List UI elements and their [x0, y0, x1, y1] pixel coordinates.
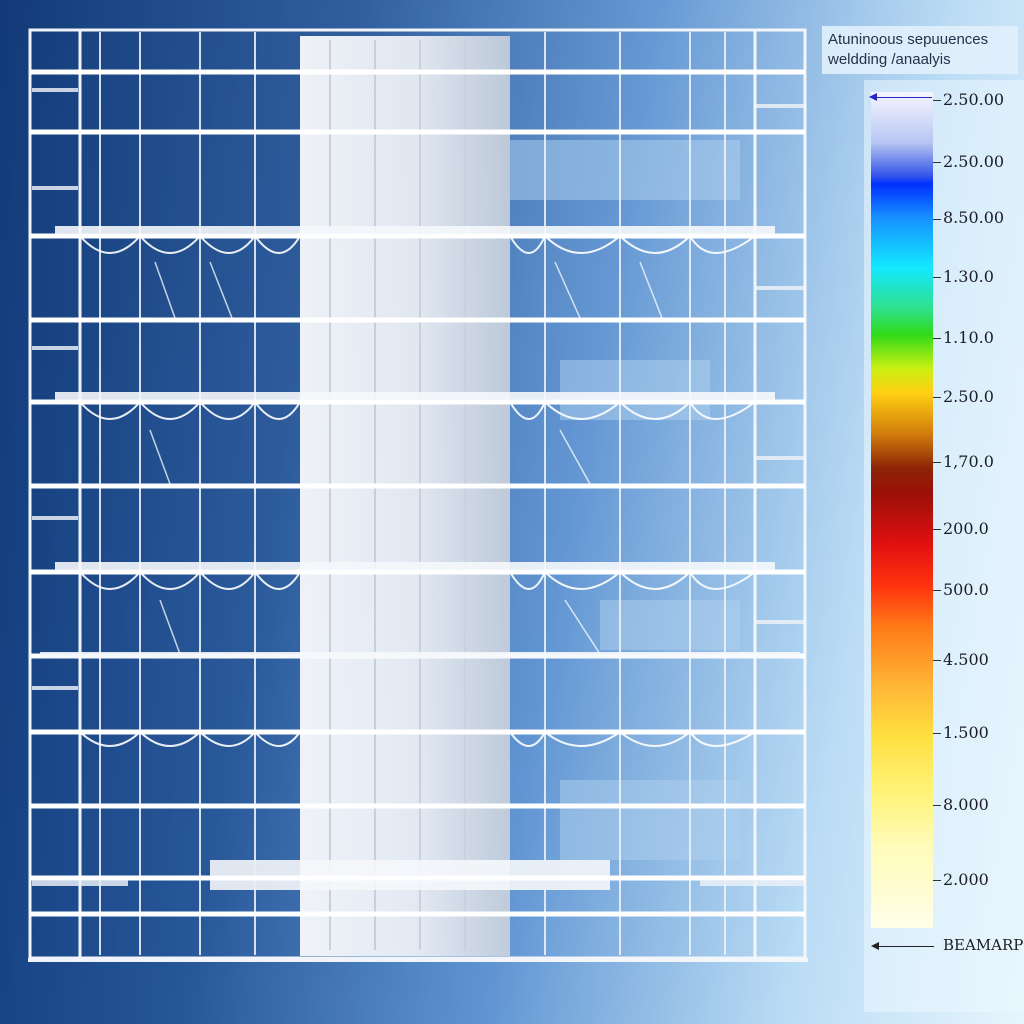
- tick-label: 2.50.0: [943, 387, 994, 406]
- legend-title-line-1: Atuninoous sepuuences: [828, 31, 989, 48]
- top-pointer-line: [876, 97, 932, 98]
- tick-mark: [933, 660, 941, 661]
- top-pointer-arrow-icon: [869, 93, 877, 101]
- tick-label: 200.0: [943, 519, 989, 538]
- tick-mark: [933, 733, 941, 734]
- tick-mark: [933, 338, 941, 339]
- beam-pointer-line: [878, 946, 934, 947]
- beam-label: BEAMARP: [943, 936, 1024, 954]
- tick-mark: [933, 462, 941, 463]
- tick-label: 2.000: [943, 870, 989, 889]
- tick-label: 1,70.0: [943, 452, 994, 471]
- tick-mark: [933, 880, 941, 881]
- tick-label: 8.50.00: [943, 208, 1005, 227]
- color-scale-bar: [871, 92, 933, 928]
- tick-mark: [933, 277, 941, 278]
- tick-mark: [933, 590, 941, 591]
- tick-mark: [933, 100, 941, 101]
- tick-mark: [933, 529, 941, 530]
- tick-label: 1.30.0: [943, 267, 994, 286]
- tick-mark: [933, 162, 941, 163]
- tick-mark: [933, 805, 941, 806]
- tick-label: 2.50.00: [943, 90, 1005, 109]
- tick-label: 8.000: [943, 795, 989, 814]
- tick-label: 1.10.0: [943, 328, 994, 347]
- tick-mark: [933, 397, 941, 398]
- tick-label: 1.500: [943, 723, 989, 742]
- tick-mark: [933, 219, 941, 220]
- tick-label: 2.50.00: [943, 152, 1005, 171]
- beam-pointer-arrow-icon: [871, 942, 879, 950]
- tick-label: 4.500: [943, 650, 989, 669]
- legend-title-line-2: weldding /anaalyis: [828, 51, 951, 68]
- tick-label: 500.0: [943, 580, 989, 599]
- legend-title: Atuninoous sepuuences weldding /anaalyis: [822, 26, 1018, 74]
